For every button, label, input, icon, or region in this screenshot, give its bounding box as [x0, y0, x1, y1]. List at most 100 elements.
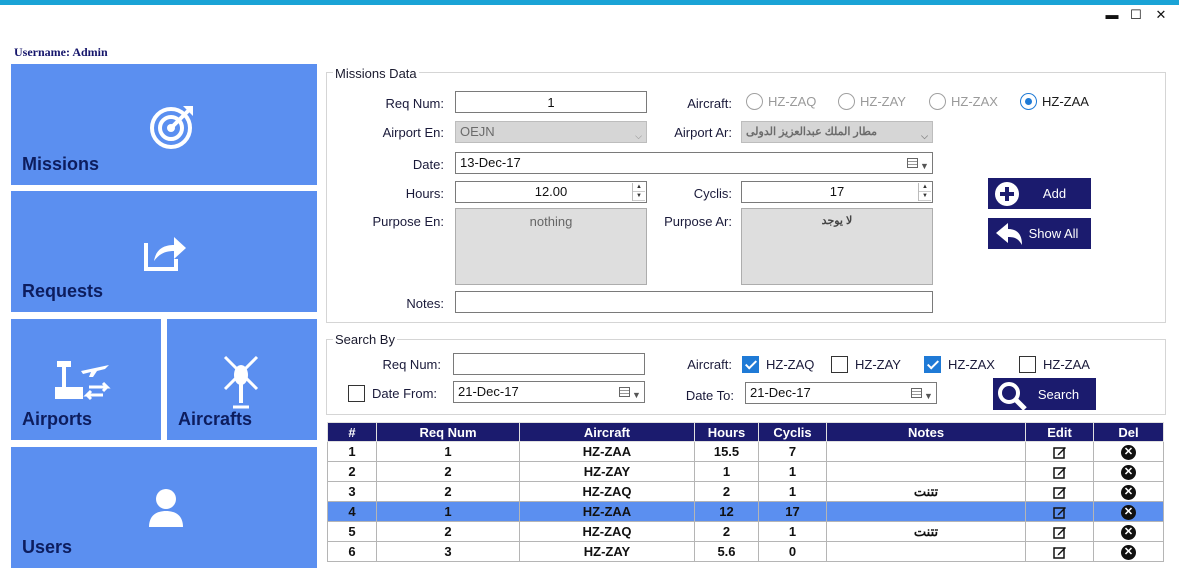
- edit-icon[interactable]: [1052, 485, 1067, 500]
- edit-cell: [1025, 521, 1094, 542]
- search-button[interactable]: Search: [993, 378, 1096, 411]
- cyclis-spin-buttons[interactable]: ▲ ▼: [918, 183, 931, 201]
- aircraft-radio-hz-zaa[interactable]: HZ-ZAA: [1020, 93, 1089, 110]
- delete-icon[interactable]: ✕: [1121, 504, 1136, 520]
- search-by-title: Search By: [333, 332, 397, 347]
- aircraft-radio-label: HZ-ZAA: [1042, 94, 1089, 109]
- maximize-button[interactable]: ☐: [1129, 8, 1143, 22]
- hours-value: 12.00: [534, 184, 568, 199]
- table-cell: 2: [694, 521, 759, 542]
- checkbox-box: [742, 356, 759, 373]
- aircrafts-tile[interactable]: Aircrafts: [167, 319, 317, 440]
- edit-icon[interactable]: [1052, 505, 1067, 520]
- table-row[interactable]: 3 2 HZ-ZAQ 2 1 تتنت ✕: [327, 481, 1164, 502]
- table-cell: [826, 501, 1026, 522]
- table-cell: تتنت: [826, 521, 1026, 542]
- delete-icon[interactable]: ✕: [1121, 484, 1136, 500]
- date-to-picker[interactable]: 21-Dec-17 ▼: [745, 382, 937, 404]
- window-accent-bar: [0, 0, 1179, 5]
- edit-cell: [1025, 501, 1094, 522]
- date-picker[interactable]: 13-Dec-17 ▼: [455, 152, 933, 174]
- hours-stepper[interactable]: 12.00 ▲ ▼: [455, 181, 647, 203]
- airport-en-select[interactable]: OEJN ⌵: [455, 121, 647, 143]
- table-cell: [826, 461, 1026, 482]
- edit-cell: [1025, 441, 1094, 462]
- edit-icon[interactable]: [1052, 525, 1067, 540]
- aircraft-label: Aircraft:: [687, 96, 732, 111]
- hours-spin-buttons[interactable]: ▲ ▼: [632, 183, 645, 201]
- minimize-button[interactable]: ▬: [1105, 8, 1119, 22]
- date-from-checkbox[interactable]: Date From:: [348, 385, 437, 402]
- table-row[interactable]: 2 2 HZ-ZAY 1 1 ✕: [327, 461, 1164, 482]
- date-from-picker[interactable]: 21-Dec-17 ▼: [453, 381, 645, 403]
- add-button[interactable]: Add: [988, 178, 1091, 209]
- airport-ar-select[interactable]: مطار الملك عبدالعزيز الدولى ⌵: [741, 121, 933, 143]
- edit-icon[interactable]: [1052, 445, 1067, 460]
- purpose-ar-field[interactable]: لا يوجد: [741, 208, 933, 285]
- notes-label: Notes:: [406, 296, 444, 311]
- users-tile[interactable]: Users: [11, 447, 317, 568]
- airports-tile[interactable]: Airports: [11, 319, 161, 440]
- target-icon: [150, 106, 193, 149]
- airport-en-label: Airport En:: [382, 125, 444, 140]
- search-req-num-field[interactable]: [453, 353, 645, 375]
- purpose-en-field[interactable]: nothing: [455, 208, 647, 285]
- aircraft-check-hz-zaq[interactable]: HZ-ZAQ: [742, 356, 814, 373]
- aircraft-check-hz-zax[interactable]: HZ-ZAX: [924, 356, 995, 373]
- req-num-label: Req Num:: [385, 96, 444, 111]
- requests-tile[interactable]: Requests: [11, 191, 317, 312]
- table-cell: HZ-ZAY: [519, 541, 695, 562]
- calendar-icon[interactable]: ▼: [911, 386, 933, 401]
- table-cell: [826, 541, 1026, 562]
- hours-label: Hours:: [405, 186, 444, 201]
- delete-cell: ✕: [1093, 521, 1164, 542]
- search-aircraft-label: Aircraft:: [687, 357, 732, 372]
- table-cell: 17: [758, 501, 827, 522]
- helicopter-icon: [223, 355, 259, 409]
- cyclis-stepper[interactable]: 17 ▲ ▼: [741, 181, 933, 203]
- table-cell: HZ-ZAA: [519, 501, 695, 522]
- table-row[interactable]: 6 3 HZ-ZAY 5.6 0 ✕: [327, 541, 1164, 562]
- delete-icon[interactable]: ✕: [1121, 464, 1136, 480]
- aircrafts-label: Aircrafts: [178, 409, 253, 429]
- table-cell: 2: [327, 461, 377, 482]
- aircraft-check-hz-zaa[interactable]: HZ-ZAA: [1019, 356, 1090, 373]
- table-cell: 5.6: [694, 541, 759, 562]
- date-to-label: Date To:: [685, 388, 734, 403]
- req-num-field[interactable]: [455, 91, 647, 113]
- delete-icon[interactable]: ✕: [1121, 444, 1136, 460]
- table-row[interactable]: 4 1 HZ-ZAA 12 17 ✕: [327, 501, 1164, 522]
- edit-icon[interactable]: [1052, 465, 1067, 480]
- delete-icon[interactable]: ✕: [1121, 544, 1136, 560]
- show-all-button[interactable]: Show All: [988, 218, 1091, 249]
- table-row[interactable]: 1 1 HZ-ZAA 15.5 7 ✕: [327, 441, 1164, 462]
- notes-field[interactable]: [455, 291, 933, 313]
- add-label: Add: [1042, 186, 1067, 201]
- aircraft-check-hz-zay[interactable]: HZ-ZAY: [831, 356, 901, 373]
- missions-tile[interactable]: Missions: [11, 64, 317, 185]
- plus-circle-icon: [994, 181, 1020, 207]
- airport-icon: [55, 361, 111, 401]
- table-row[interactable]: 5 2 HZ-ZAQ 2 1 تتنت ✕: [327, 521, 1164, 542]
- delete-cell: ✕: [1093, 541, 1164, 562]
- airport-ar-label: Airport Ar:: [674, 125, 732, 140]
- aircraft-check-label: HZ-ZAY: [855, 357, 901, 372]
- close-button[interactable]: ✕: [1154, 8, 1168, 22]
- edit-cell: [1025, 481, 1094, 502]
- aircraft-radio-hz-zaq[interactable]: HZ-ZAQ: [746, 93, 816, 110]
- table-cell: تتنت: [826, 481, 1026, 502]
- delete-icon[interactable]: ✕: [1121, 524, 1136, 540]
- table-cell: 1: [694, 461, 759, 482]
- aircraft-radio-hz-zay[interactable]: HZ-ZAY: [838, 93, 906, 110]
- aircraft-radio-hz-zax[interactable]: HZ-ZAX: [929, 93, 998, 110]
- edit-icon[interactable]: [1052, 545, 1067, 560]
- table-cell: 1: [758, 481, 827, 502]
- table-cell: 3: [327, 481, 377, 502]
- calendar-icon[interactable]: ▼: [907, 156, 929, 171]
- calendar-icon[interactable]: ▼: [619, 385, 641, 400]
- table-cell: 1: [327, 441, 377, 462]
- checkbox-box: [924, 356, 941, 373]
- search-req-num-label: Req Num:: [382, 357, 441, 372]
- date-to-value: 21-Dec-17: [750, 385, 811, 400]
- user-icon: [149, 489, 183, 527]
